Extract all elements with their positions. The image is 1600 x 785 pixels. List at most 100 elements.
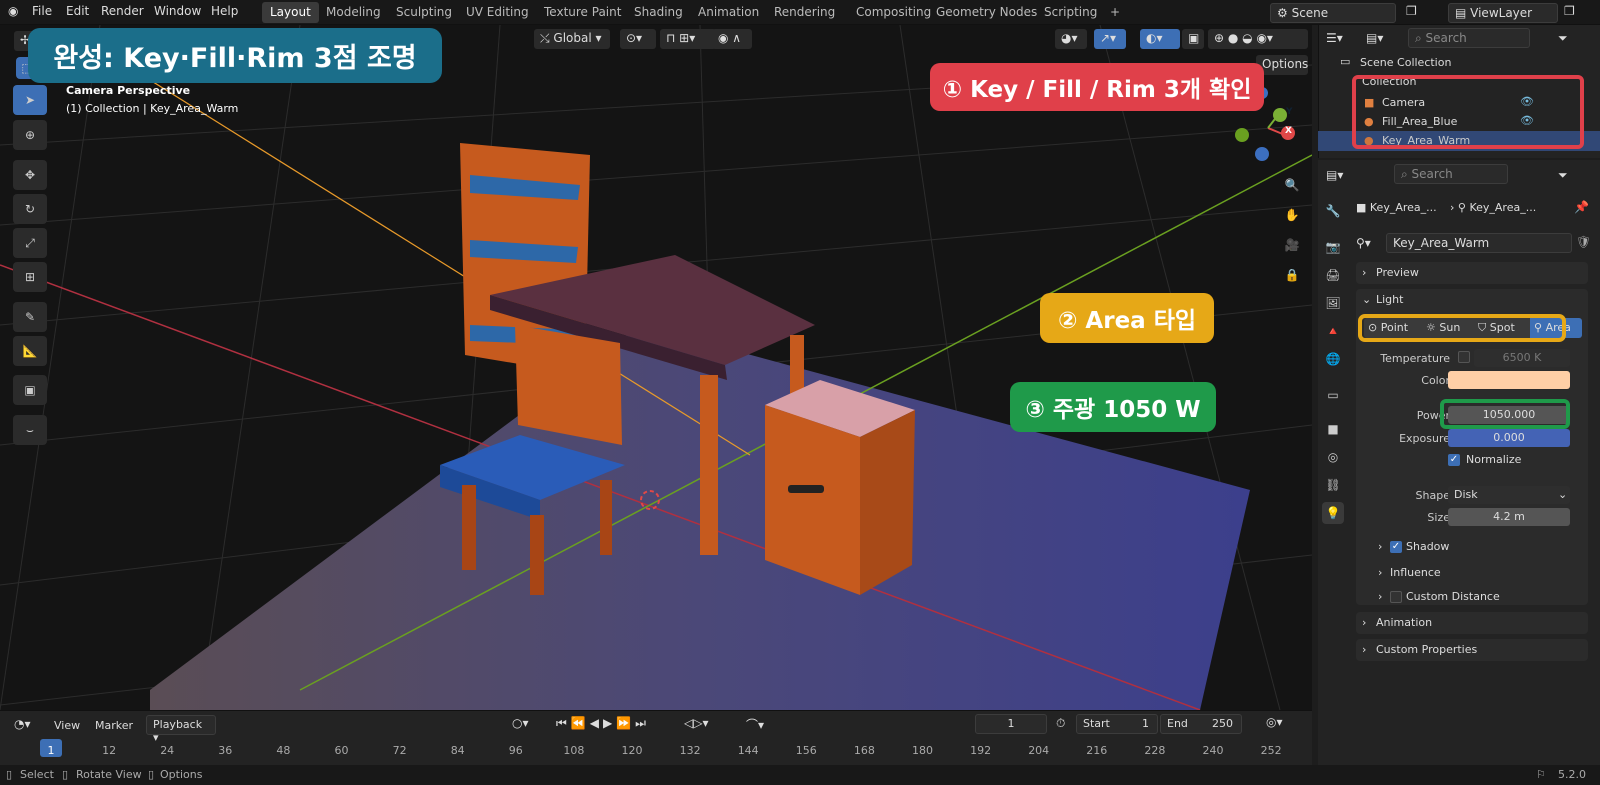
fake-user-icon[interactable]: 🛡: [1576, 235, 1591, 249]
tab-texture-paint[interactable]: Texture Paint: [536, 2, 629, 23]
curve-tool-icon[interactable]: ⌣: [13, 415, 47, 445]
zoom-icon[interactable]: 🔍: [1280, 173, 1304, 197]
proportional-edit-icon[interactable]: ◉ ∧: [712, 29, 752, 49]
temperature-field[interactable]: 6500 K: [1474, 349, 1570, 367]
playback-controls[interactable]: ⏮⏪◀▶⏩⏭: [556, 716, 650, 731]
blender-logo-icon[interactable]: ◉: [8, 4, 18, 18]
lock-icon[interactable]: 🔒: [1280, 263, 1304, 287]
animation-panel[interactable]: › Animation: [1356, 612, 1588, 634]
scene-tab-icon[interactable]: 🔺: [1322, 320, 1344, 342]
pan-hand-icon[interactable]: ✋: [1280, 203, 1304, 227]
new-viewlayer-icon[interactable]: ❐: [1564, 4, 1575, 18]
tab-uv-editing[interactable]: UV Editing: [458, 2, 537, 23]
timeline-menu-view[interactable]: View: [54, 719, 80, 732]
outliner-row-scene-collection[interactable]: ▭ Scene Collection: [1318, 53, 1600, 73]
autokey-icon[interactable]: ○▾: [512, 716, 529, 730]
outliner-editor-icon[interactable]: ☰▾: [1326, 31, 1343, 45]
temperature-checkbox[interactable]: [1458, 351, 1470, 363]
snap-timeline-icon[interactable]: ⌒▾: [746, 716, 764, 733]
timeline-menu-marker[interactable]: Marker: [95, 719, 133, 732]
tab-geometry-nodes[interactable]: Geometry Nodes: [928, 2, 1045, 23]
properties-search-input[interactable]: ⌕ Search: [1394, 164, 1508, 184]
gizmo-toggle-icon[interactable]: ↗▾: [1094, 29, 1126, 49]
xray-icon[interactable]: ▣: [1182, 29, 1204, 49]
tab-modeling[interactable]: Modeling: [318, 2, 389, 23]
light-chevron-icon[interactable]: ⌄: [1362, 293, 1371, 306]
collection-tab-icon[interactable]: ▭: [1322, 384, 1344, 406]
cursor-tool-icon[interactable]: ⊕: [13, 120, 47, 150]
filter-icon[interactable]: ⏷: [1558, 31, 1568, 46]
tab-compositing[interactable]: Compositing: [848, 2, 939, 23]
select-box-tool-icon[interactable]: ➤: [13, 85, 47, 115]
custom-distance-label[interactable]: Custom Distance: [1406, 590, 1500, 603]
shadow-chevron-icon[interactable]: ›: [1378, 540, 1382, 553]
scale-tool-icon[interactable]: ⤢: [13, 228, 47, 258]
tab-rendering[interactable]: Rendering: [766, 2, 843, 23]
visibility-icon[interactable]: ◕▾: [1055, 29, 1087, 49]
snap-icon[interactable]: ⊓ ⊞▾: [660, 29, 716, 49]
shape-dropdown[interactable]: Disk ⌄: [1448, 486, 1570, 504]
breadcrumb-object[interactable]: ■ Key_Area_...: [1356, 201, 1437, 214]
add-workspace-button[interactable]: +: [1102, 2, 1128, 23]
shadow-checkbox[interactable]: ✓: [1390, 541, 1402, 553]
color-swatch[interactable]: [1448, 371, 1570, 389]
output-tab-icon[interactable]: 🖨: [1322, 264, 1344, 286]
current-frame-field[interactable]: 1: [975, 714, 1047, 734]
pivot-point-icon[interactable]: ⊙▾: [620, 29, 656, 49]
timeline-overlay-icon[interactable]: ◎▾: [1266, 715, 1283, 729]
stopwatch-icon[interactable]: ⏱: [1056, 716, 1065, 731]
exposure-field[interactable]: 0.000: [1448, 429, 1570, 447]
constraints-tab-icon[interactable]: ⛓: [1322, 474, 1344, 496]
menu-edit[interactable]: Edit: [66, 4, 89, 18]
measure-tool-icon[interactable]: 📐: [13, 336, 47, 366]
view-layer-tab-icon[interactable]: 🖼: [1322, 292, 1344, 314]
display-mode-icon[interactable]: ▤▾: [1366, 31, 1383, 45]
shadow-label[interactable]: Shadow: [1406, 540, 1449, 553]
custom-properties-panel[interactable]: › Custom Properties: [1356, 639, 1588, 661]
custom-distance-checkbox[interactable]: [1390, 591, 1402, 603]
physics-tab-icon[interactable]: ◎: [1322, 446, 1344, 468]
light-datablock-icon[interactable]: ⚲▾: [1356, 236, 1371, 250]
menu-render[interactable]: Render: [101, 4, 144, 18]
add-cube-tool-icon[interactable]: ▣: [13, 375, 47, 405]
tab-scripting[interactable]: Scripting: [1036, 2, 1105, 23]
light-datablock-name[interactable]: Key_Area_Warm: [1386, 233, 1572, 253]
transform-orientation-dropdown[interactable]: ⤯ Global ▾: [534, 29, 610, 49]
influence-label[interactable]: Influence: [1390, 566, 1441, 579]
end-frame-field[interactable]: End 250: [1160, 714, 1242, 734]
start-frame-field[interactable]: Start 1: [1076, 714, 1158, 734]
timeline-editor-icon[interactable]: ◔▾: [14, 717, 31, 731]
3d-viewport[interactable]: Y X ✢ ⤯ Global ▾ ⊙▾ ⊓ ⊞▾ ◉ ∧ ◕▾ ↗▾ ◐▾ ▣ …: [0, 25, 1312, 710]
custom-distance-chevron-icon[interactable]: ›: [1378, 590, 1382, 603]
overlay-toggle-icon[interactable]: ◐▾: [1140, 29, 1180, 49]
light-panel-title[interactable]: Light: [1376, 293, 1403, 306]
transform-tool-icon[interactable]: ⊞: [13, 262, 47, 292]
size-field[interactable]: 4.2 m: [1448, 508, 1570, 526]
scene-selector[interactable]: ⚙ Scene: [1270, 3, 1396, 23]
keyframe-nav-icon[interactable]: ◁▷▾: [684, 716, 708, 730]
breadcrumb-data[interactable]: › ⚲ Key_Area_...: [1450, 201, 1536, 214]
influence-chevron-icon[interactable]: ›: [1378, 566, 1382, 579]
shading-mode-buttons[interactable]: ⊕ ● ◒ ◉▾: [1208, 29, 1308, 49]
tab-animation[interactable]: Animation: [690, 2, 767, 23]
rotate-tool-icon[interactable]: ↻: [13, 194, 47, 224]
object-tab-icon[interactable]: ■: [1322, 418, 1344, 440]
normalize-checkbox[interactable]: ✓: [1448, 454, 1460, 466]
new-scene-icon[interactable]: ❐: [1406, 4, 1417, 18]
tab-sculpting[interactable]: Sculpting: [388, 2, 460, 23]
menu-help[interactable]: Help: [211, 4, 238, 18]
tab-layout[interactable]: Layout: [262, 2, 319, 23]
render-tab-icon[interactable]: 📷: [1322, 236, 1344, 258]
light-data-tab-icon[interactable]: 💡: [1322, 502, 1344, 524]
preview-panel[interactable]: › Preview: [1356, 262, 1588, 284]
annotate-tool-icon[interactable]: ✎: [13, 302, 47, 332]
pin-icon[interactable]: 📌: [1574, 200, 1589, 214]
menu-window[interactable]: Window: [154, 4, 201, 18]
outliner-search-input[interactable]: ⌕ Search: [1408, 28, 1530, 48]
camera-view-icon[interactable]: 🎥: [1280, 233, 1304, 257]
properties-editor-icon[interactable]: ▤▾: [1326, 168, 1343, 182]
menu-file[interactable]: File: [32, 4, 52, 18]
world-tab-icon[interactable]: 🌐: [1322, 348, 1344, 370]
tool-tab-icon[interactable]: 🔧: [1322, 200, 1344, 222]
tab-shading[interactable]: Shading: [626, 2, 691, 23]
